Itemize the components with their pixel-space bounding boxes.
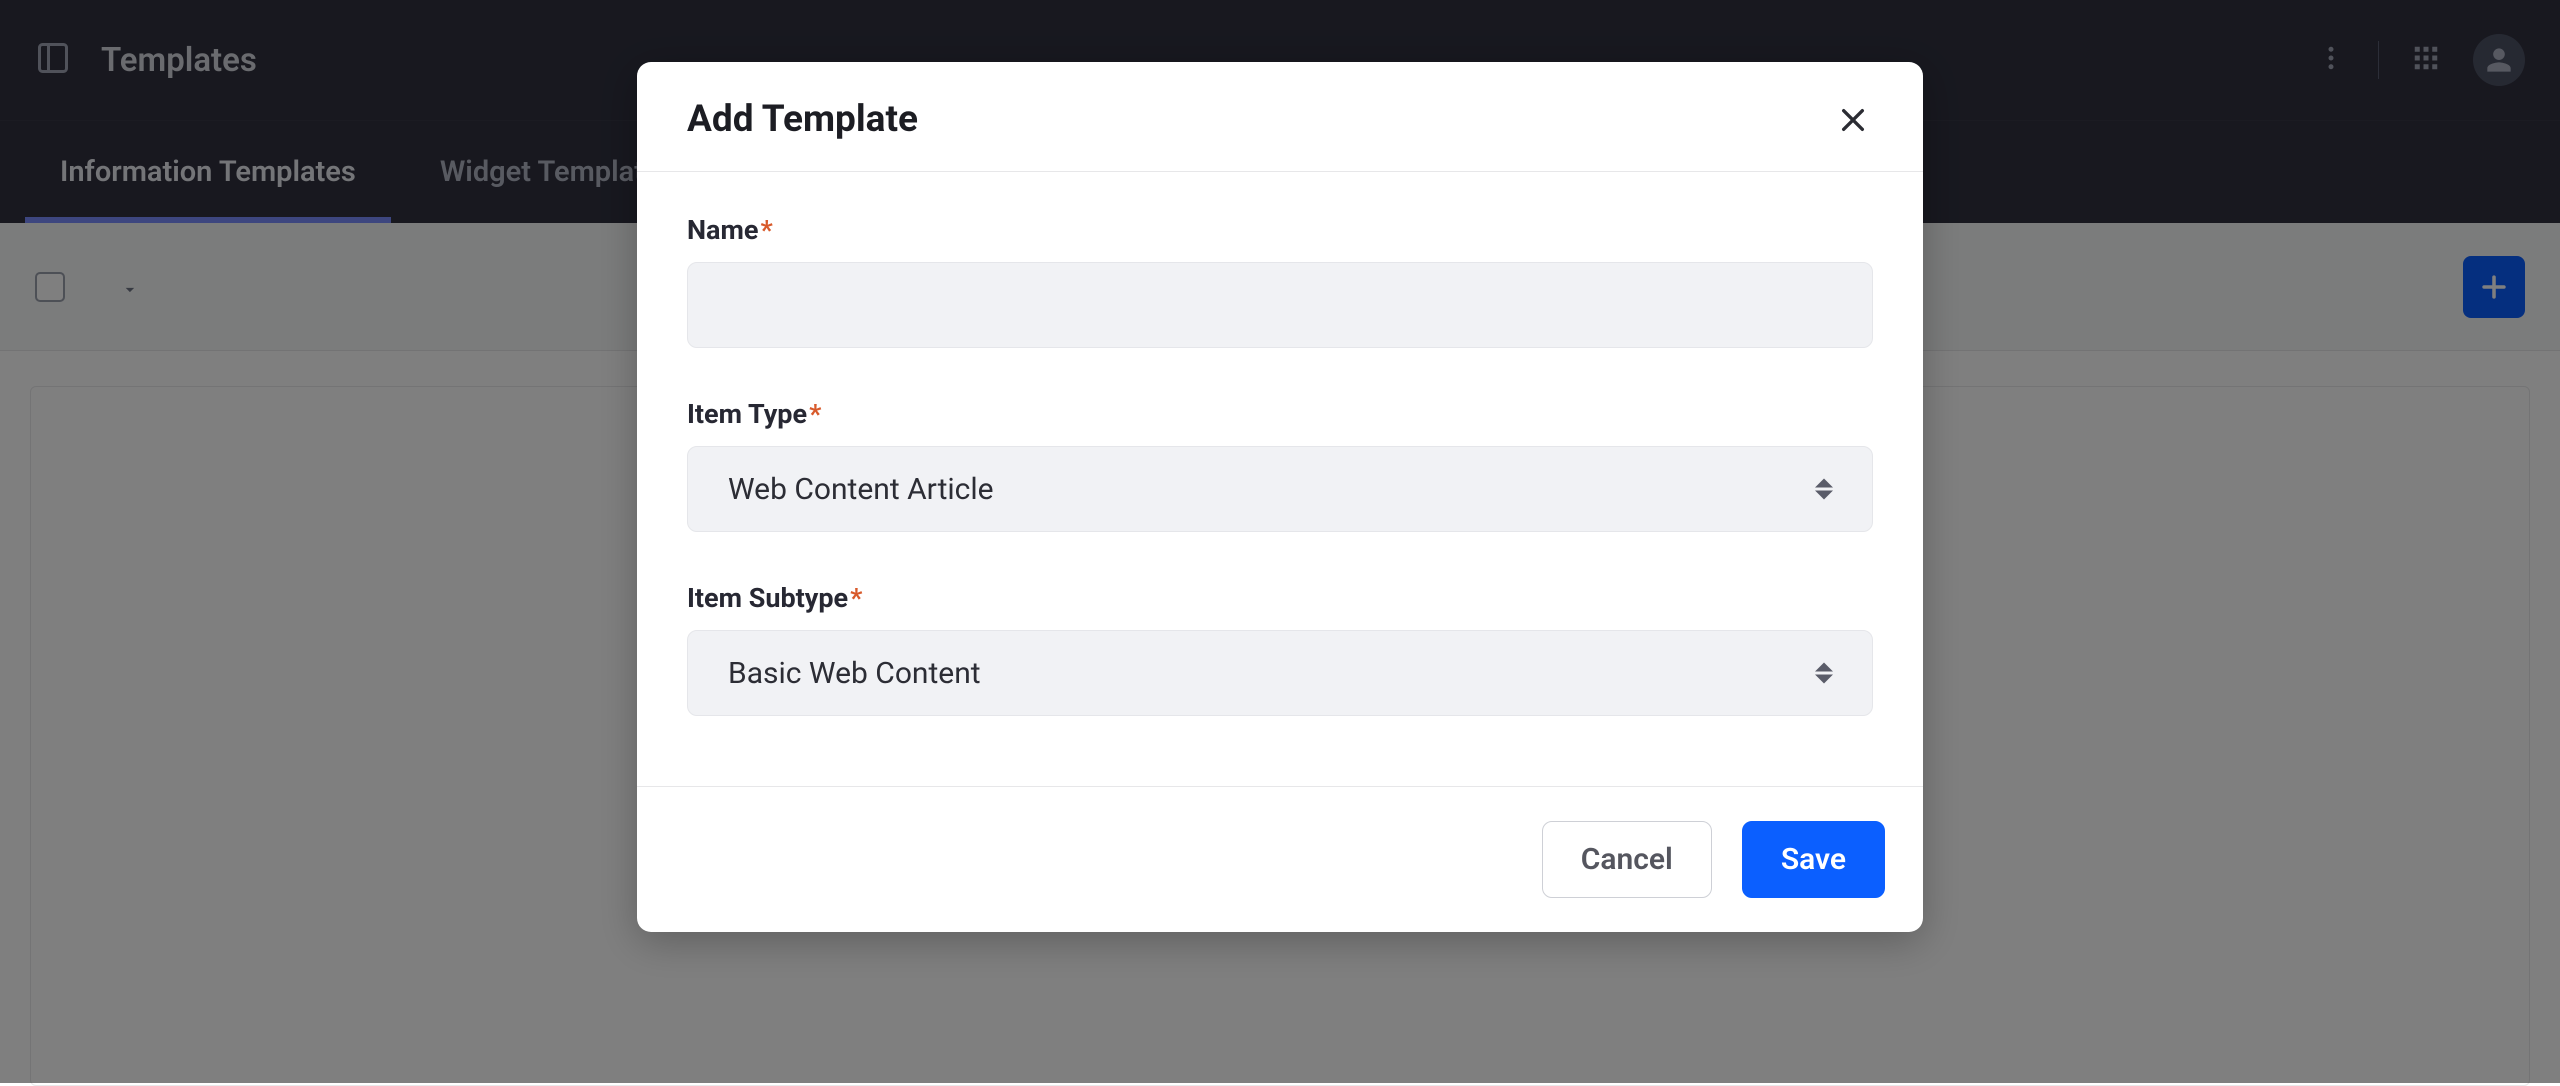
modal-overlay: Add Template Name* Item Type*: [0, 0, 2560, 1083]
required-asterisk: *: [809, 398, 821, 430]
label-text: Item Subtype: [687, 582, 848, 614]
modal-footer: Cancel Save: [637, 786, 1923, 932]
item-type-label: Item Type*: [687, 398, 1873, 430]
required-asterisk: *: [850, 582, 862, 614]
cancel-button[interactable]: Cancel: [1542, 821, 1712, 898]
form-group-item-subtype: Item Subtype* Basic Web Content: [687, 582, 1873, 716]
item-type-select-wrap: Web Content Article: [687, 446, 1873, 532]
save-button[interactable]: Save: [1742, 821, 1885, 898]
modal-title: Add Template: [687, 98, 918, 141]
modal-body: Name* Item Type* Web Content Article: [637, 172, 1923, 786]
label-text: Name: [687, 214, 758, 246]
name-input[interactable]: [687, 262, 1873, 348]
form-group-name: Name*: [687, 214, 1873, 348]
modal-header: Add Template: [637, 62, 1923, 172]
label-text: Item Type: [687, 398, 807, 430]
name-label: Name*: [687, 214, 1873, 246]
close-button[interactable]: [1833, 100, 1873, 140]
add-template-modal: Add Template Name* Item Type*: [637, 62, 1923, 932]
required-asterisk: *: [760, 214, 772, 246]
item-subtype-label: Item Subtype*: [687, 582, 1873, 614]
form-group-item-type: Item Type* Web Content Article: [687, 398, 1873, 532]
item-subtype-select-wrap: Basic Web Content: [687, 630, 1873, 716]
item-type-select[interactable]: Web Content Article: [687, 446, 1873, 532]
item-subtype-select[interactable]: Basic Web Content: [687, 630, 1873, 716]
